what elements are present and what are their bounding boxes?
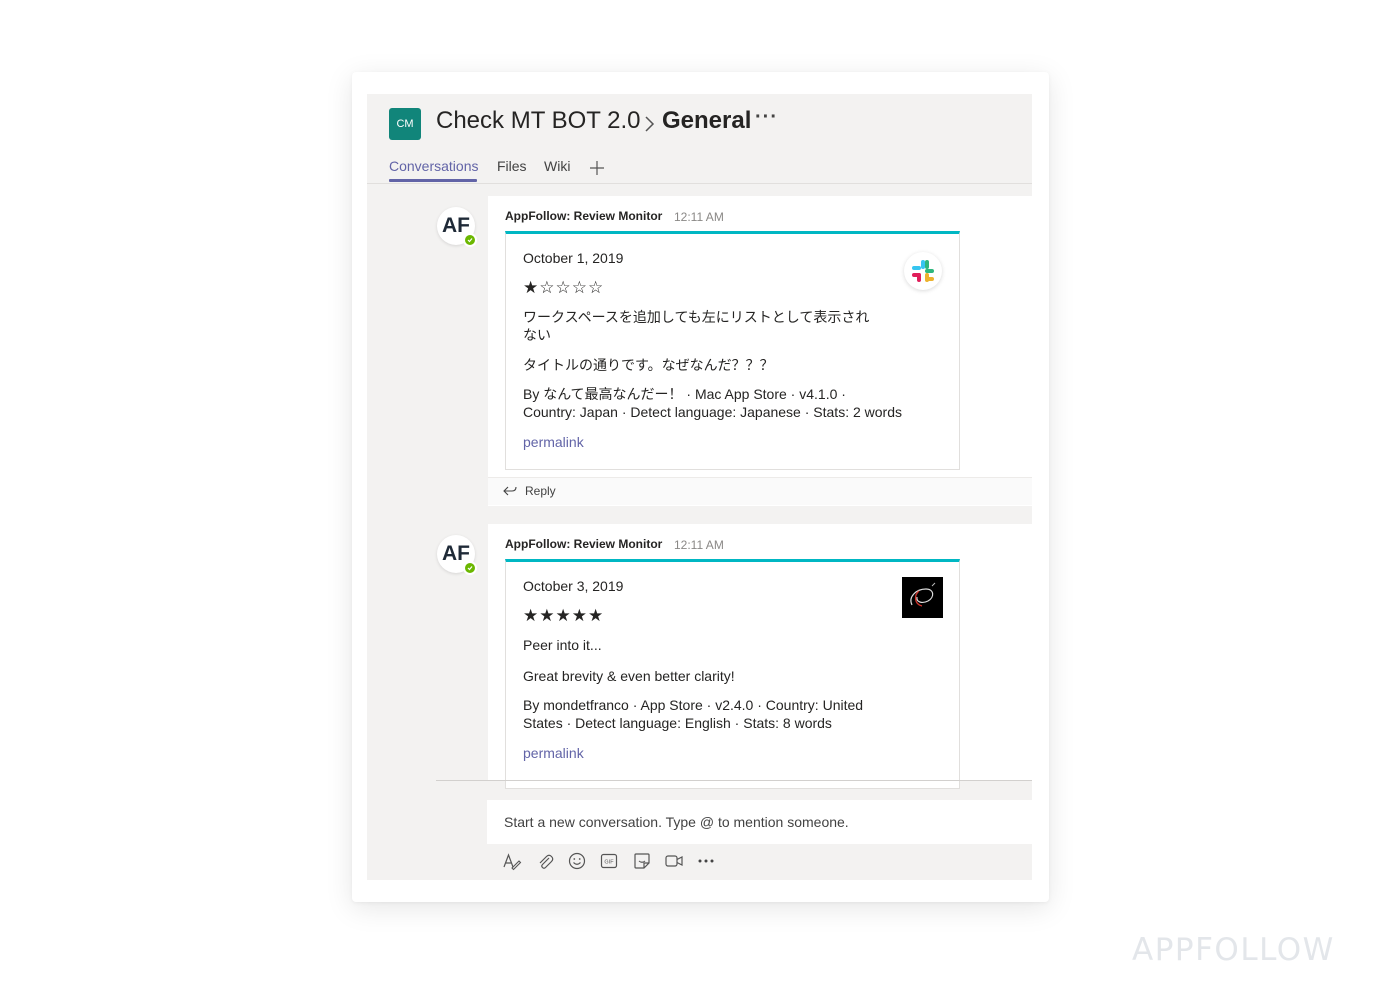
permalink-link[interactable]: permalink: [523, 745, 584, 761]
breadcrumb-chevron-icon: [645, 116, 655, 132]
active-tab-indicator: [389, 179, 477, 182]
slack-icon: [904, 252, 942, 290]
tab-files[interactable]: Files: [497, 158, 527, 174]
compose-divider: [436, 780, 1032, 781]
review-body: Great brevity & even better clarity!: [523, 668, 735, 684]
plus-icon: [590, 161, 604, 175]
message-sender[interactable]: AppFollow: Review Monitor: [505, 209, 662, 223]
review-stars: ★☆☆☆☆: [523, 278, 605, 297]
compose-placeholder: Start a new conversation. Type @ to ment…: [504, 814, 849, 830]
permalink-link[interactable]: permalink: [523, 434, 584, 450]
appfollow-watermark: APPFOLLOW: [1132, 932, 1335, 968]
team-avatar[interactable]: CM: [389, 108, 421, 140]
sticker-icon[interactable]: [632, 851, 652, 871]
review-date: October 3, 2019: [523, 578, 624, 594]
message-time: 12:11 AM: [674, 538, 724, 552]
presence-available-icon: [463, 233, 477, 247]
reply-icon: [503, 486, 517, 496]
teams-window: CM Check MT BOT 2.0 General ··· Conversa…: [367, 94, 1032, 880]
channel-name: General: [662, 107, 752, 134]
reply-label: Reply: [525, 484, 556, 498]
gif-icon[interactable]: GIF: [599, 851, 619, 871]
review-title-line-2: ない: [523, 327, 551, 343]
emoji-icon[interactable]: [567, 851, 587, 871]
tab-conversations[interactable]: Conversations: [389, 158, 479, 174]
meet-now-icon[interactable]: [664, 851, 684, 871]
review-title-line-1: ワークスペースを追加しても左にリストとして表示され: [523, 309, 870, 325]
review-meta-line-1: By mondetfranco · App Store · v2.4.0 · C…: [523, 697, 864, 713]
dark-app-icon: [902, 577, 943, 618]
attach-icon[interactable]: [535, 851, 555, 871]
more-options-icon[interactable]: [696, 851, 716, 871]
avatar[interactable]: AF: [437, 207, 477, 247]
review-meta-line-2: States · Detect language: English · Stat…: [523, 715, 832, 731]
review-meta-line-2: Country: Japan · Detect language: Japane…: [523, 404, 902, 420]
svg-text:GIF: GIF: [604, 860, 614, 866]
presence-available-icon: [463, 561, 477, 575]
review-card: October 1, 2019 ★☆☆☆☆ ワークスペースを追加しても左にリスト…: [505, 231, 960, 470]
new-conversation-input[interactable]: Start a new conversation. Type @ to ment…: [487, 800, 1032, 844]
message-thread: AppFollow: Review Monitor 12:11 AM Octob…: [488, 196, 1032, 506]
header-divider: [367, 183, 1032, 184]
review-body: タイトルの通りです。なぜなんだ？？？: [523, 357, 774, 373]
review-stars: ★★★★★: [523, 606, 605, 625]
team-name[interactable]: Check MT BOT 2.0: [436, 107, 641, 135]
reply-button[interactable]: Reply: [488, 477, 1032, 505]
review-card: October 3, 2019 ★★★★★ Peer into it... Gr…: [505, 559, 960, 789]
message-time: 12:11 AM: [674, 210, 724, 224]
review-meta-line-1: By なんて最高なんだー！ · Mac App Store · v4.1.0 ·: [523, 386, 846, 402]
review-date: October 1, 2019: [523, 250, 624, 266]
tab-wiki[interactable]: Wiki: [544, 158, 570, 174]
channel-more-button[interactable]: ···: [755, 106, 778, 129]
review-title: Peer into it...: [523, 637, 602, 653]
add-tab-button[interactable]: [589, 154, 605, 182]
format-icon[interactable]: [502, 851, 522, 871]
message-thread: AppFollow: Review Monitor 12:11 AM Octob…: [488, 524, 1032, 789]
message-sender[interactable]: AppFollow: Review Monitor: [505, 537, 662, 551]
avatar[interactable]: AF: [437, 535, 477, 575]
